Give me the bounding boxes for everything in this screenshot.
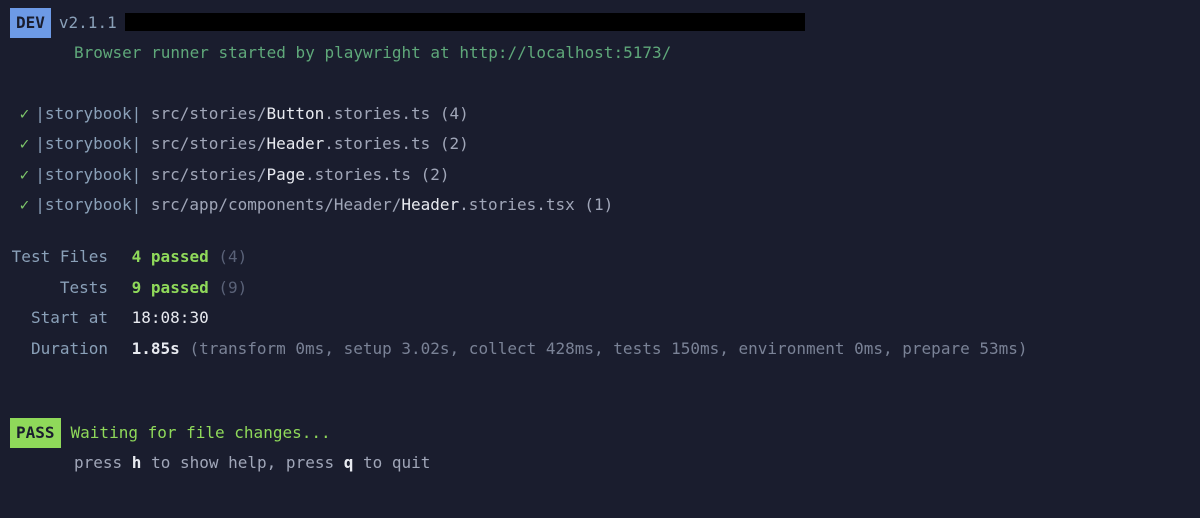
redacted-path (125, 13, 805, 31)
duration-breakdown: (transform 0ms, setup 3.02s, collect 428… (189, 334, 1027, 364)
passed-count: 4 (132, 242, 142, 272)
hint-segment: to show help, press (141, 453, 343, 472)
summary-label: Tests (10, 273, 122, 303)
header-row: DEV v2.1.1 (10, 8, 1190, 38)
file-path-suffix: .stories.ts (305, 160, 411, 190)
footer-hint-row: press h to show help, press q to quit (10, 448, 1190, 478)
test-file-row: ✓ |storybook| src/stories/Header.stories… (10, 129, 1190, 159)
file-path-prefix: src/stories/ (151, 99, 267, 129)
file-test-count: (2) (421, 160, 450, 190)
file-path-prefix: src/stories/ (151, 129, 267, 159)
summary-tests: Tests 9 passed (9) (10, 273, 1190, 303)
summary-label: Test Files (10, 242, 122, 272)
file-path-suffix: .stories.tsx (459, 190, 575, 220)
runner-message: Browser runner started by playwright at … (10, 38, 671, 68)
file-path-prefix: src/stories/ (151, 160, 267, 190)
storybook-tag: |storybook| (35, 99, 141, 129)
file-test-count: (1) (584, 190, 613, 220)
file-name-highlight: Header (266, 129, 324, 159)
check-icon: ✓ (20, 129, 30, 159)
test-file-row: ✓ |storybook| src/stories/Page.stories.t… (10, 160, 1190, 190)
storybook-tag: |storybook| (35, 190, 141, 220)
passed-label: passed (151, 273, 209, 303)
waiting-message: Waiting for file changes... (71, 418, 331, 448)
total-count: (9) (218, 273, 247, 303)
file-name-highlight: Header (401, 190, 459, 220)
hint-segment: to quit (353, 453, 430, 472)
total-count: (4) (218, 242, 247, 272)
file-path-suffix: .stories.ts (324, 99, 430, 129)
check-icon: ✓ (20, 190, 30, 220)
help-key[interactable]: h (132, 453, 142, 472)
quit-key[interactable]: q (344, 453, 354, 472)
file-name-highlight: Button (266, 99, 324, 129)
duration-value: 1.85s (132, 334, 180, 364)
runner-message-row: Browser runner started by playwright at … (10, 38, 1190, 68)
storybook-tag: |storybook| (35, 160, 141, 190)
passed-label: passed (151, 242, 209, 272)
check-icon: ✓ (20, 160, 30, 190)
file-test-count: (4) (440, 99, 469, 129)
hint-segment: press (74, 453, 132, 472)
start-time-value: 18:08:30 (132, 303, 209, 333)
file-name-highlight: Page (266, 160, 305, 190)
check-icon: ✓ (20, 99, 30, 129)
summary-start-at: Start at 18:08:30 (10, 303, 1190, 333)
summary-duration: Duration 1.85s (transform 0ms, setup 3.0… (10, 334, 1190, 364)
test-file-row: ✓ |storybook| src/stories/Button.stories… (10, 99, 1190, 129)
summary-test-files: Test Files 4 passed (4) (10, 242, 1190, 272)
test-file-row: ✓ |storybook| src/app/components/Header/… (10, 190, 1190, 220)
dev-badge: DEV (10, 8, 51, 38)
summary-label: Start at (10, 303, 122, 333)
storybook-tag: |storybook| (35, 129, 141, 159)
file-path-suffix: .stories.ts (324, 129, 430, 159)
file-test-count: (2) (440, 129, 469, 159)
summary-label: Duration (10, 334, 122, 364)
passed-count: 9 (132, 273, 142, 303)
pass-badge: PASS (10, 418, 61, 448)
version-text: v2.1.1 (59, 8, 117, 38)
hint-text: press h to show help, press q to quit (10, 448, 430, 478)
file-path-prefix: src/app/components/Header/ (151, 190, 401, 220)
footer-status-row: PASS Waiting for file changes... (10, 418, 1190, 448)
